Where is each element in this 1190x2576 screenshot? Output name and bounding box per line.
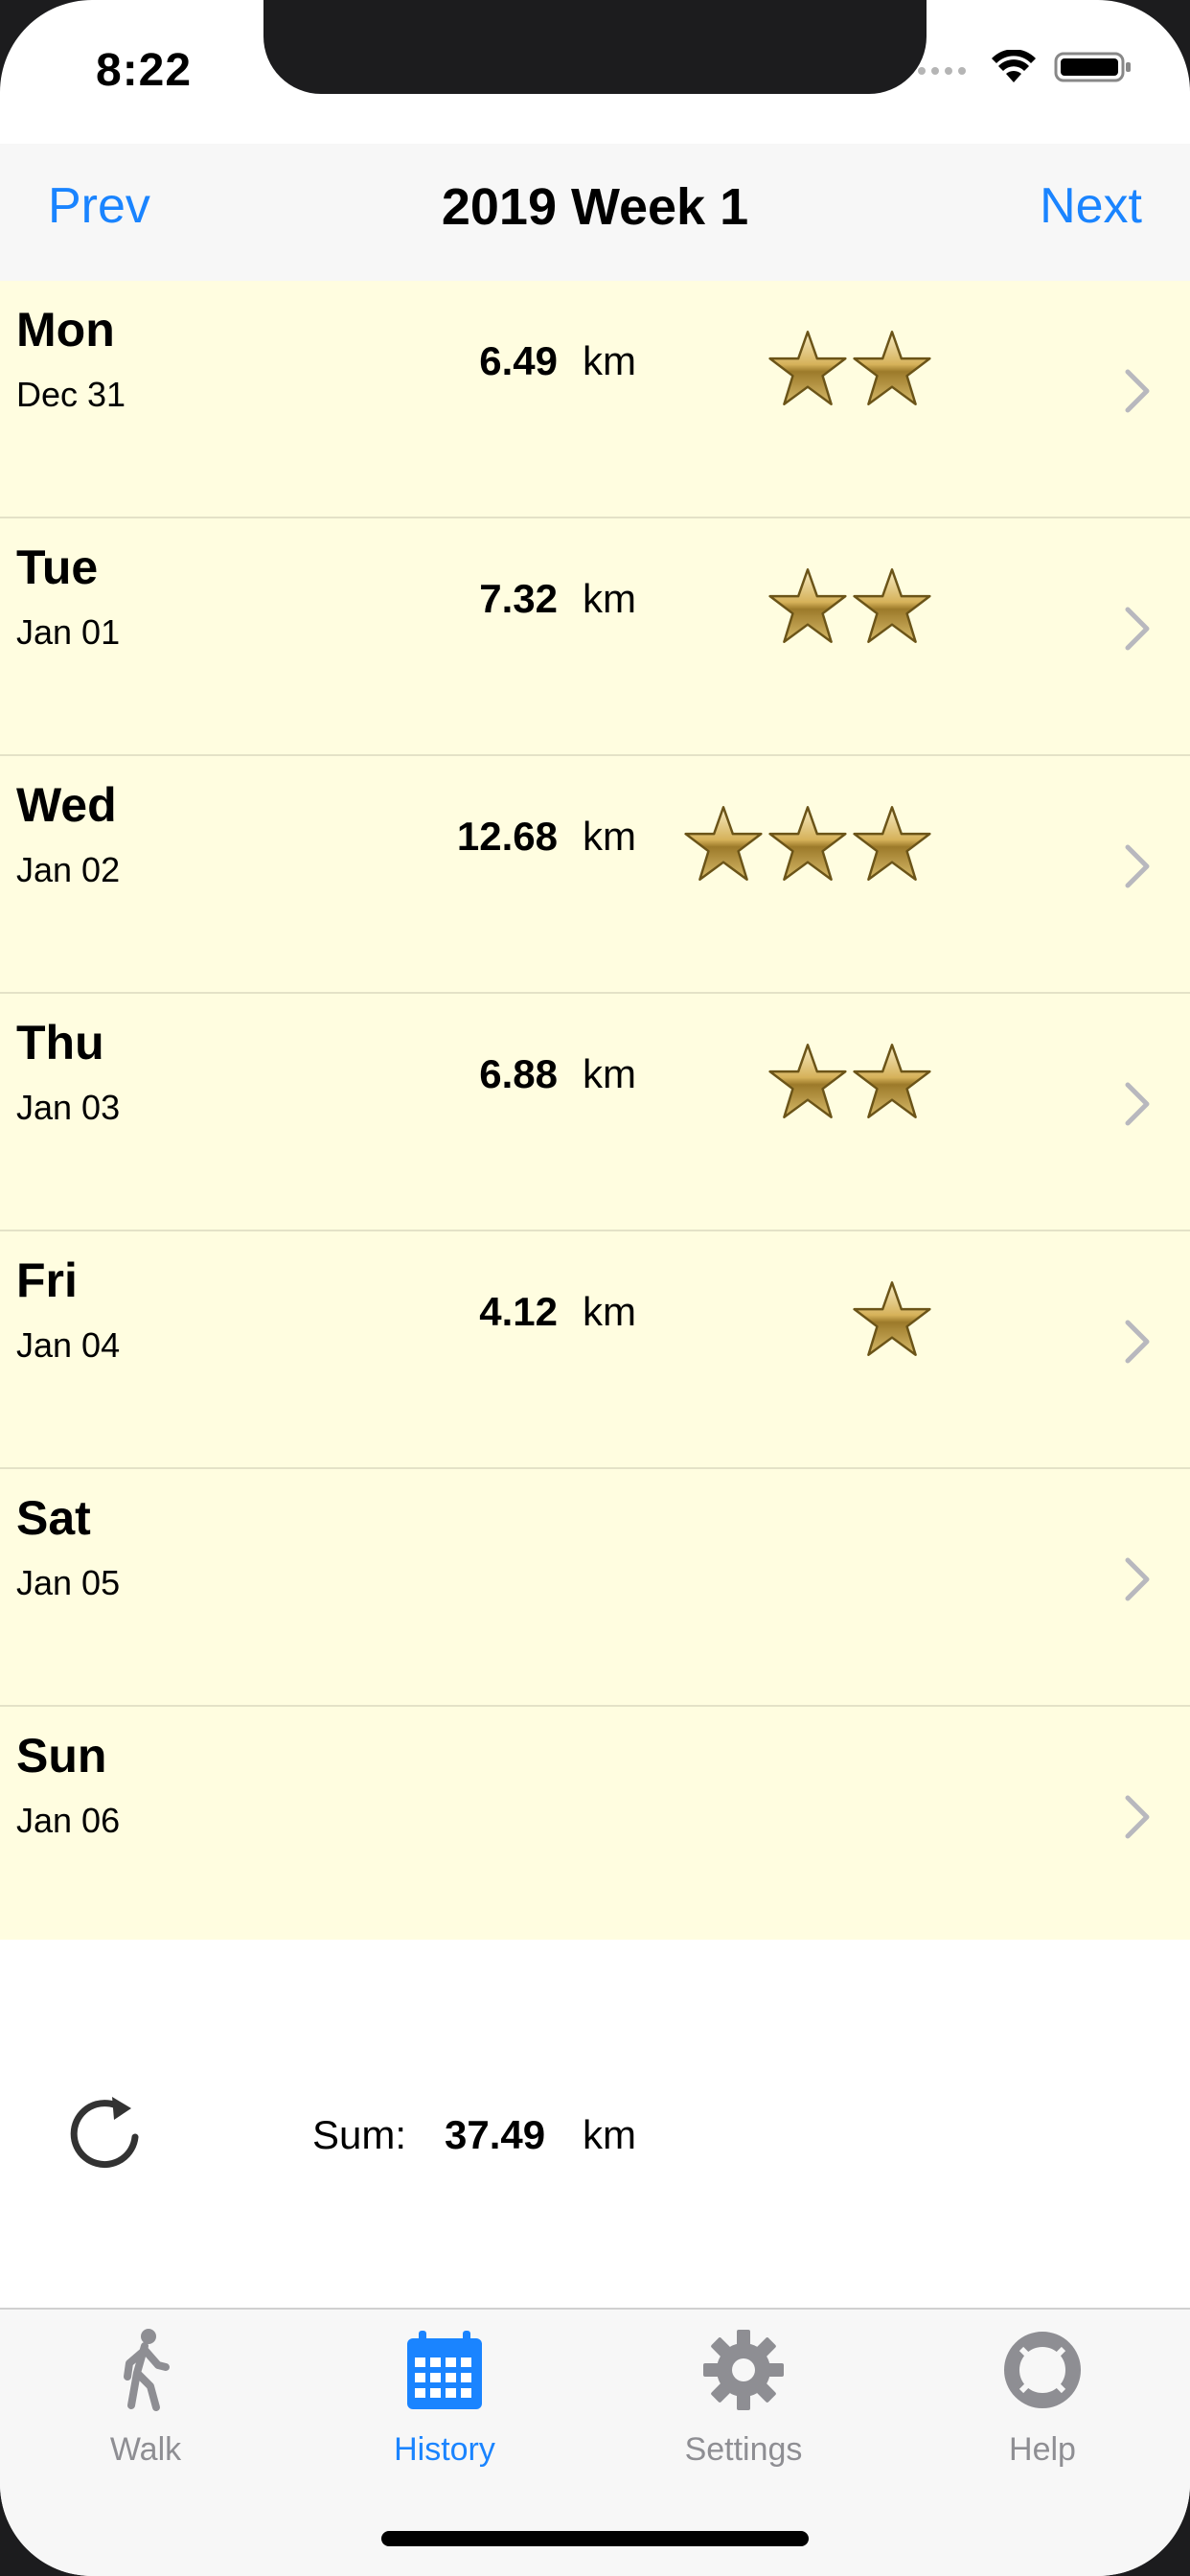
day-distance: 6.88 xyxy=(479,1051,558,1096)
star-icon xyxy=(853,1279,931,1363)
star-rating xyxy=(853,1279,931,1363)
status-icons xyxy=(916,50,1133,84)
tab-label-walk: Walk xyxy=(109,2431,182,2468)
day-row-thu[interactable]: Thu Jan 03 6.88 km xyxy=(0,994,1190,1231)
star-rating xyxy=(768,1042,931,1125)
day-row-wed[interactable]: Wed Jan 02 12.68 km xyxy=(0,756,1190,994)
tab-history[interactable]: History xyxy=(349,2327,540,2469)
refresh-icon[interactable] xyxy=(62,2091,149,2177)
chevron-right-icon xyxy=(1125,1082,1150,1126)
status-time: 8:22 xyxy=(96,45,193,96)
day-date: Jan 03 xyxy=(16,1088,121,1127)
battery-icon xyxy=(1054,52,1131,82)
star-icon xyxy=(853,566,931,650)
star-icon xyxy=(768,1042,847,1125)
day-name: Wed xyxy=(16,778,117,832)
star-icon xyxy=(853,1042,931,1125)
tab-help[interactable]: Help xyxy=(947,2327,1138,2469)
tab-walk[interactable]: Walk xyxy=(50,2327,241,2469)
day-distance-unit: km xyxy=(583,814,636,859)
sum-value: 37.49 xyxy=(445,2112,546,2157)
day-date: Jan 02 xyxy=(16,850,121,889)
star-rating xyxy=(768,329,931,412)
day-distance-unit: km xyxy=(583,1289,636,1334)
day-name: Tue xyxy=(16,540,99,594)
chevron-right-icon xyxy=(1125,844,1150,888)
phone-screen: 8:22 Prev 2019 Week 1 Next Mon Dec 31 6.49… xyxy=(0,0,1190,2576)
navigation-bar: Prev 2019 Week 1 Next xyxy=(0,144,1190,283)
star-icon xyxy=(768,804,847,887)
star-rating xyxy=(684,804,931,887)
chevron-right-icon xyxy=(1125,607,1150,651)
star-icon xyxy=(684,804,763,887)
summary-footer: Sum: 37.49 km xyxy=(0,1940,1190,2304)
day-name: Sun xyxy=(16,1729,107,1782)
tab-label-settings: Settings xyxy=(684,2431,803,2468)
notch xyxy=(263,0,927,94)
day-row-sun[interactable]: Sun Jan 06 xyxy=(0,1707,1190,1944)
sum-label: Sum: xyxy=(312,2112,407,2157)
lifebuoy-icon xyxy=(1004,2332,1081,2408)
next-button[interactable]: Next xyxy=(1040,177,1142,235)
star-icon xyxy=(853,804,931,887)
star-icon xyxy=(853,329,931,412)
tab-label-history: History xyxy=(394,2431,495,2468)
day-row-sat[interactable]: Sat Jan 05 xyxy=(0,1469,1190,1707)
day-distance: 4.12 xyxy=(479,1289,558,1334)
day-name: Sat xyxy=(16,1491,91,1545)
day-list: Mon Dec 31 6.49 km Tue Jan 01 7.32 km Wed Jan 02 1… xyxy=(0,281,1190,1944)
page-title: 2019 Week 1 xyxy=(441,178,749,236)
star-icon xyxy=(768,329,847,412)
day-distance: 12.68 xyxy=(456,814,558,859)
day-row-fri[interactable]: Fri Jan 04 4.12 km xyxy=(0,1231,1190,1469)
chevron-right-icon xyxy=(1125,1795,1150,1839)
day-date: Dec 31 xyxy=(16,375,126,414)
chevron-right-icon xyxy=(1125,1320,1150,1364)
chevron-right-icon xyxy=(1125,1557,1150,1601)
day-date: Jan 05 xyxy=(16,1563,121,1602)
signal-icon xyxy=(918,67,966,75)
day-distance: 7.32 xyxy=(479,576,558,621)
day-distance-unit: km xyxy=(583,576,636,621)
sum-unit: km xyxy=(583,2112,636,2157)
day-distance-unit: km xyxy=(583,338,636,383)
day-name: Thu xyxy=(16,1016,104,1070)
day-distance: 6.49 xyxy=(479,338,558,383)
chevron-right-icon xyxy=(1125,369,1150,413)
tab-settings[interactable]: Settings xyxy=(648,2327,839,2469)
star-rating xyxy=(768,566,931,650)
day-date: Jan 01 xyxy=(16,612,121,652)
home-indicator xyxy=(381,2531,809,2546)
calendar-icon xyxy=(407,2331,482,2409)
walk-icon xyxy=(124,2329,170,2411)
star-icon xyxy=(768,566,847,650)
gear-icon xyxy=(703,2330,784,2410)
day-row-mon[interactable]: Mon Dec 31 6.49 km xyxy=(0,281,1190,518)
day-name: Fri xyxy=(16,1254,78,1307)
day-row-tue[interactable]: Tue Jan 01 7.32 km xyxy=(0,518,1190,756)
day-date: Jan 06 xyxy=(16,1801,121,1840)
day-distance-unit: km xyxy=(583,1051,636,1096)
day-date: Jan 04 xyxy=(16,1325,121,1365)
wifi-icon xyxy=(992,50,1036,82)
day-name: Mon xyxy=(16,303,115,356)
tab-label-help: Help xyxy=(1009,2431,1076,2468)
